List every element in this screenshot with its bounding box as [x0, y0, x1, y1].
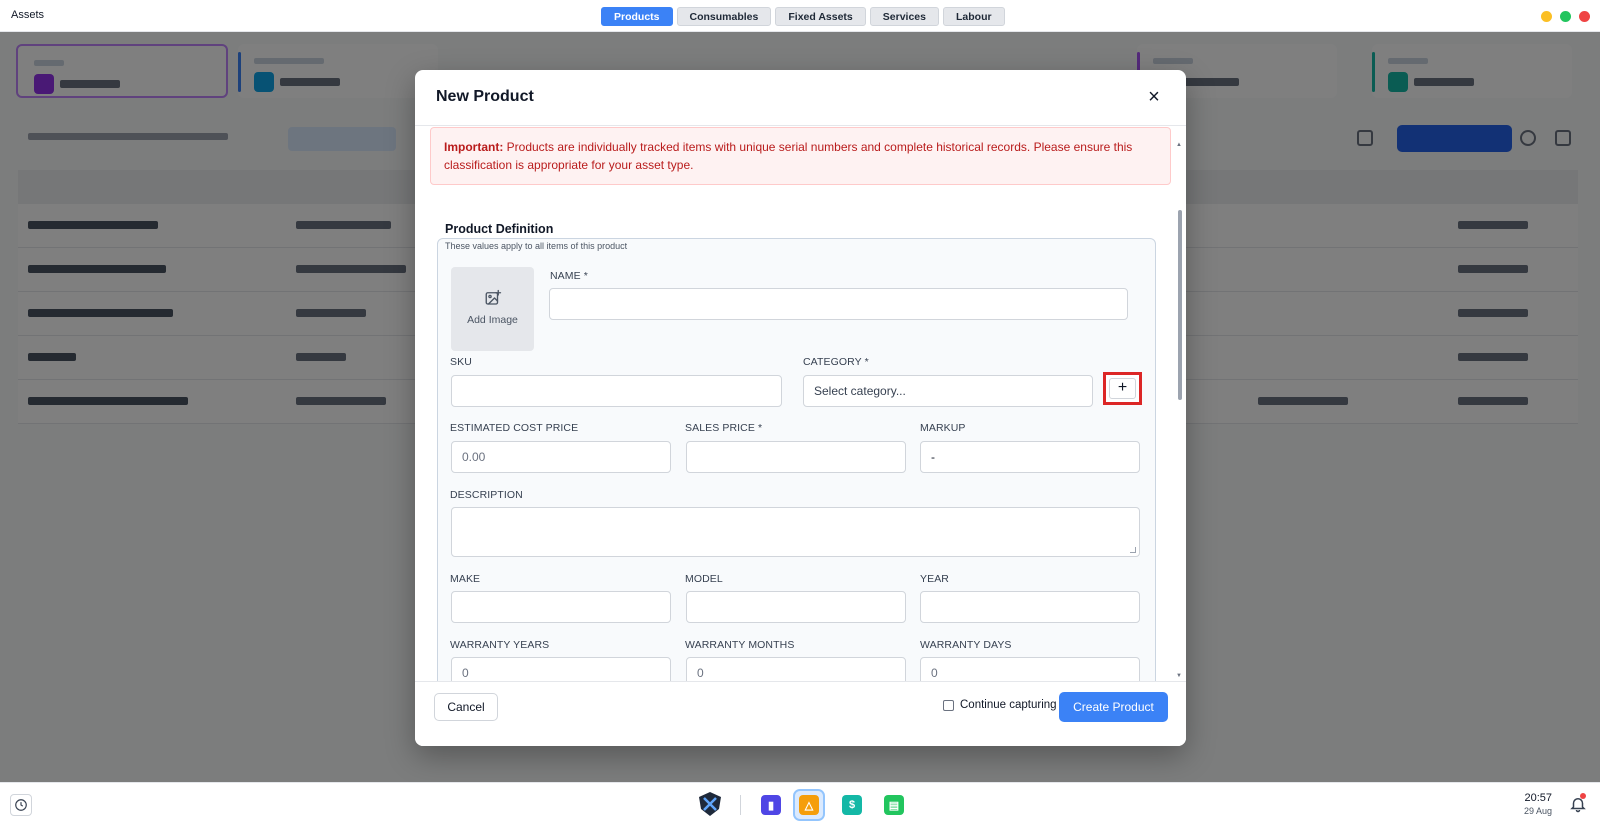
name-label: NAME * [550, 270, 588, 282]
scroll-up-arrow[interactable]: ▲ [1176, 142, 1182, 148]
new-product-dialog: New Product × Important: Products are in… [415, 70, 1186, 746]
model-label: MODEL [685, 573, 723, 585]
resize-grip-icon[interactable] [1130, 547, 1136, 553]
sales-price-input[interactable] [686, 441, 906, 473]
add-image-button[interactable]: Add Image [451, 267, 534, 351]
clock-date: 29 Aug [1523, 806, 1552, 816]
tab-consumables[interactable]: Consumables [676, 7, 772, 26]
app-launcher-logo[interactable] [697, 791, 723, 817]
invoice-app-icon: $ [842, 795, 862, 815]
important-alert: Important: Products are individually tra… [430, 127, 1171, 185]
markup-label: MARKUP [920, 422, 966, 434]
dialog-footer: Cancel Continue capturing Create Product [415, 681, 1186, 746]
create-product-button[interactable]: Create Product [1059, 692, 1168, 722]
markup-input[interactable]: - [920, 441, 1140, 473]
continue-capturing-control[interactable]: Continue capturing [943, 699, 1057, 711]
alert-text: Products are individually tracked items … [444, 140, 1133, 172]
sku-input[interactable] [451, 375, 782, 407]
warranty-months-label: WARRANTY MONTHS [685, 639, 795, 651]
dock-separator [740, 795, 741, 815]
history-clock-button[interactable] [10, 794, 32, 816]
add-image-label: Add Image [467, 314, 518, 326]
category-label: CATEGORY * [803, 356, 869, 368]
dock-app-contacts[interactable]: ▮ [757, 791, 785, 819]
description-label: DESCRIPTION [450, 489, 523, 501]
clock-time: 20:57 [1524, 792, 1552, 804]
name-input[interactable] [549, 288, 1128, 320]
year-label: YEAR [920, 573, 949, 585]
dock-app-notes[interactable]: ▤ [880, 791, 908, 819]
dock-app-assets[interactable]: △ [793, 789, 825, 821]
notification-badge [1580, 793, 1586, 799]
dialog-title: New Product [436, 88, 534, 105]
estimated-cost-price-input[interactable]: 0.00 [451, 441, 671, 473]
dock-app-invoices[interactable]: $ [838, 791, 866, 819]
tab-products[interactable]: Products [601, 7, 673, 26]
taskbar: ▮ △ $ ▤ 20:57 29 Aug [0, 782, 1600, 824]
scrollbar-thumb[interactable] [1178, 210, 1182, 400]
minimize-button[interactable] [1541, 11, 1552, 22]
sku-label: SKU [450, 356, 472, 368]
make-label: MAKE [450, 573, 481, 585]
tab-fixed-assets[interactable]: Fixed Assets [775, 7, 866, 26]
cancel-button[interactable]: Cancel [434, 693, 498, 721]
model-input[interactable] [686, 591, 906, 623]
maximize-button[interactable] [1560, 11, 1571, 22]
clipboard-app-icon: ▤ [884, 795, 904, 815]
window-close-button[interactable] [1579, 11, 1590, 22]
title-bar: Assets Products Consumables Fixed Assets… [0, 0, 1600, 32]
estimated-cost-price-label: ESTIMATED COST PRICE [450, 422, 579, 434]
warranty-years-label: WARRANTY YEARS [450, 639, 550, 651]
asset-type-tabs: Products Consumables Fixed Assets Servic… [601, 7, 1005, 26]
section-title: Product Definition [445, 222, 554, 236]
plus-icon: + [1109, 378, 1136, 399]
dialog-header: New Product × [415, 70, 1186, 126]
add-category-button[interactable]: + [1103, 372, 1142, 405]
alert-strong: Important: [444, 140, 504, 154]
scroll-down-arrow[interactable]: ▼ [1176, 673, 1182, 679]
app-title: Assets [11, 9, 45, 21]
continue-capturing-checkbox[interactable] [943, 699, 954, 711]
window-controls [1541, 11, 1590, 22]
contacts-app-icon: ▮ [761, 795, 781, 815]
warranty-days-label: WARRANTY DAYS [920, 639, 1012, 651]
make-input[interactable] [451, 591, 671, 623]
close-icon[interactable]: × [1144, 87, 1164, 108]
section-subtitle: These values apply to all items of this … [445, 241, 628, 251]
description-textarea[interactable] [451, 507, 1140, 557]
assets-app-icon: △ [799, 795, 819, 815]
year-input[interactable] [920, 591, 1140, 623]
continue-capturing-label: Continue capturing [960, 699, 1057, 711]
clock-icon [15, 799, 27, 811]
sales-price-label: SALES PRICE * [685, 422, 763, 434]
tab-labour[interactable]: Labour [942, 7, 1005, 26]
shield-logo-icon [699, 792, 721, 816]
category-select[interactable]: Select category... [803, 375, 1093, 407]
tab-services[interactable]: Services [869, 7, 939, 26]
image-add-icon [485, 289, 502, 305]
